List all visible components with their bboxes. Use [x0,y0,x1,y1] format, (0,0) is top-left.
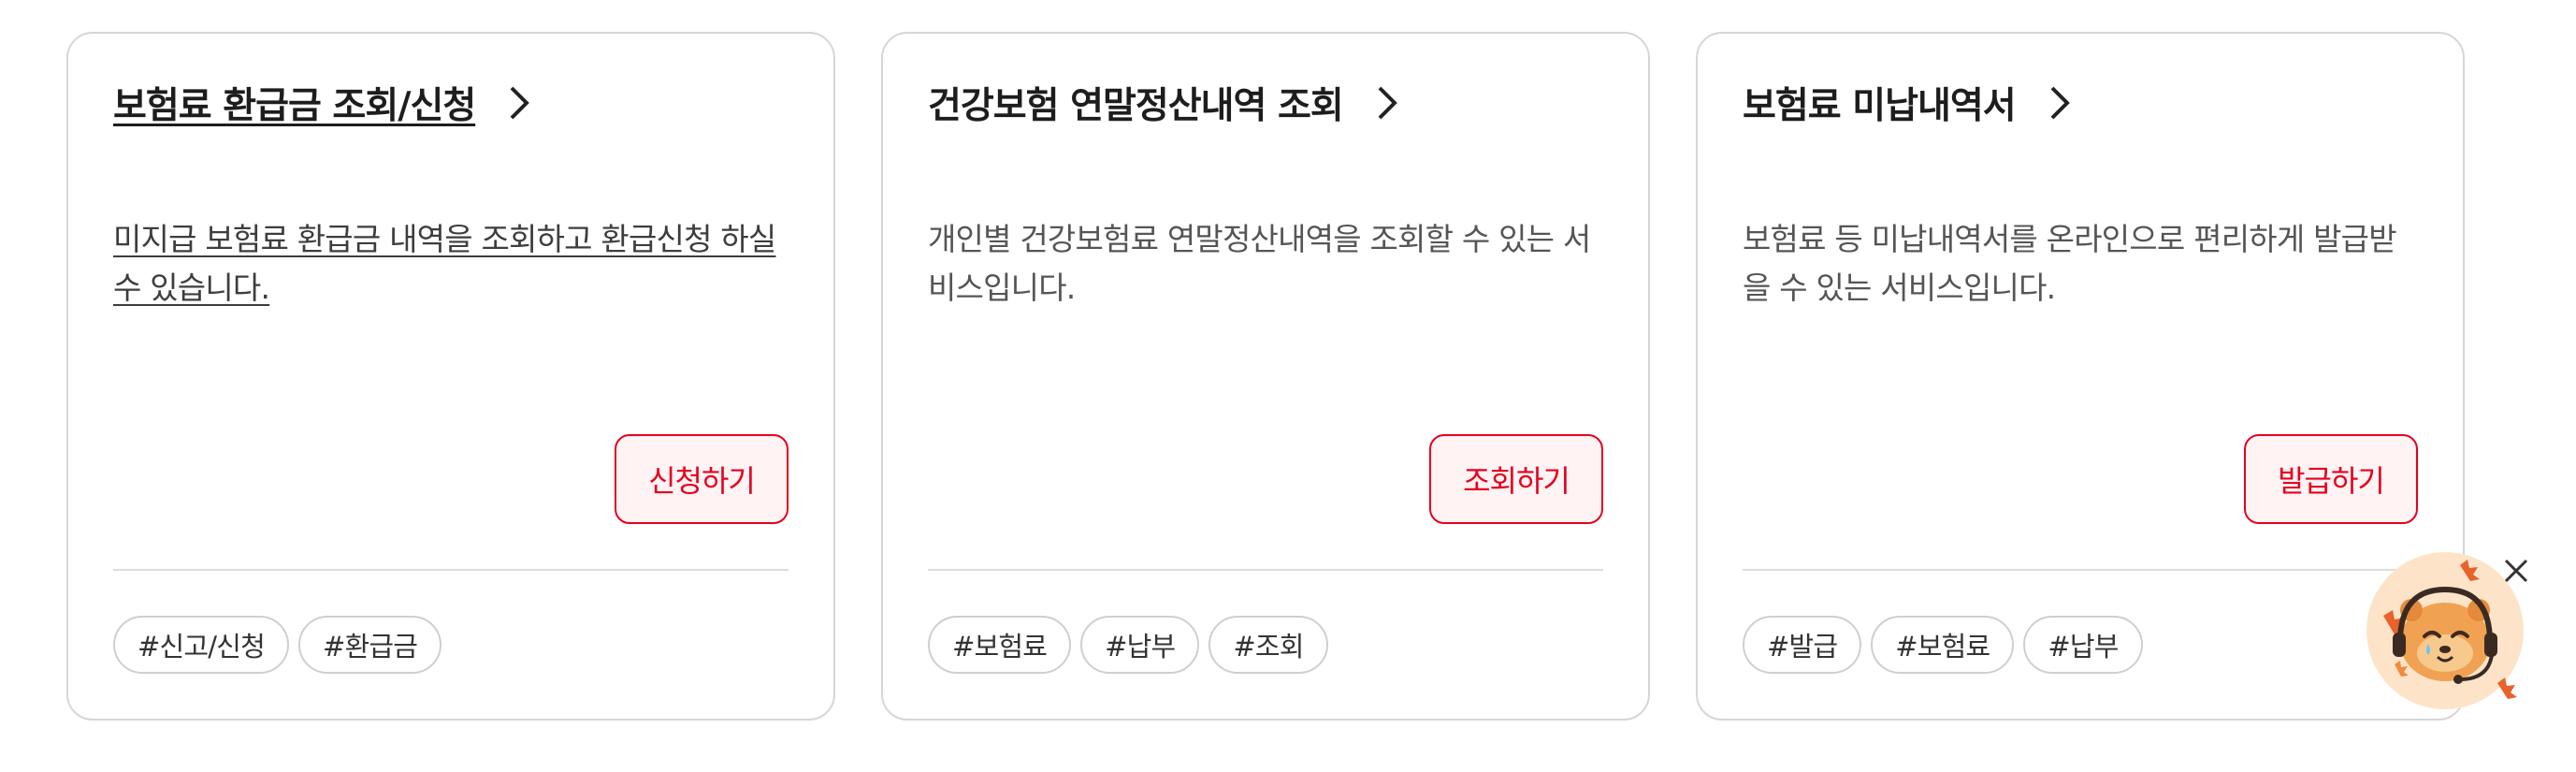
tag-list: #보험료 #납부 #조회 [928,616,1328,674]
divider [113,569,789,571]
divider [1743,569,2418,571]
tag[interactable]: #조회 [1208,616,1328,674]
card-description[interactable]: 미지급 보험료 환급금 내역을 조회하고 환급신청 하실 수 있습니다. [113,215,791,313]
apply-button[interactable]: 신청하기 [615,434,789,524]
card-title[interactable]: 건강보험 연말정산내역 조회 [928,77,1344,129]
divider [928,569,1603,571]
inquiry-button[interactable]: 조회하기 [1429,434,1603,524]
tag[interactable]: #환급금 [298,616,442,674]
tag-list: #신고/신청 #환급금 [113,616,442,674]
tag[interactable]: #보험료 [1871,616,2015,674]
close-icon[interactable] [2497,552,2535,590]
card-title-link[interactable]: 보험료 환급금 조회/신청 [113,77,535,129]
tag-list: #발급 #보험료 #납부 [1743,616,2143,674]
chevron-right-icon [503,82,535,124]
tag[interactable]: #납부 [2023,616,2143,674]
service-card-refund: 보험료 환급금 조회/신청 미지급 보험료 환급금 내역을 조회하고 환급신청 … [66,32,835,721]
card-title-link[interactable]: 건강보험 연말정산내역 조회 [928,77,1403,129]
issue-button[interactable]: 발급하기 [2244,434,2418,524]
card-title[interactable]: 보험료 미납내역서 [1743,77,2017,129]
tag[interactable]: #보험료 [928,616,1072,674]
chevron-right-icon [2044,82,2076,124]
card-description: 보험료 등 미납내역서를 온라인으로 편리하게 발급받을 수 있는 서비스입니다… [1743,221,2397,306]
card-title[interactable]: 보험료 환급금 조회/신청 [113,77,476,129]
tag[interactable]: #납부 [1080,616,1200,674]
tag[interactable]: #발급 [1743,616,1862,674]
card-description: 개인별 건강보험료 연말정산내역을 조회할 수 있는 서비스입니다. [928,221,1591,306]
chevron-right-icon [1371,82,1403,124]
service-card-unpaid: 보험료 미납내역서 보험료 등 미납내역서를 온라인으로 편리하게 발급받을 수… [1696,32,2465,721]
card-title-link[interactable]: 보험료 미납내역서 [1743,77,2076,129]
tag[interactable]: #신고/신청 [113,616,289,674]
service-card-year-end: 건강보험 연말정산내역 조회 개인별 건강보험료 연말정산내역을 조회할 수 있… [881,32,1650,721]
